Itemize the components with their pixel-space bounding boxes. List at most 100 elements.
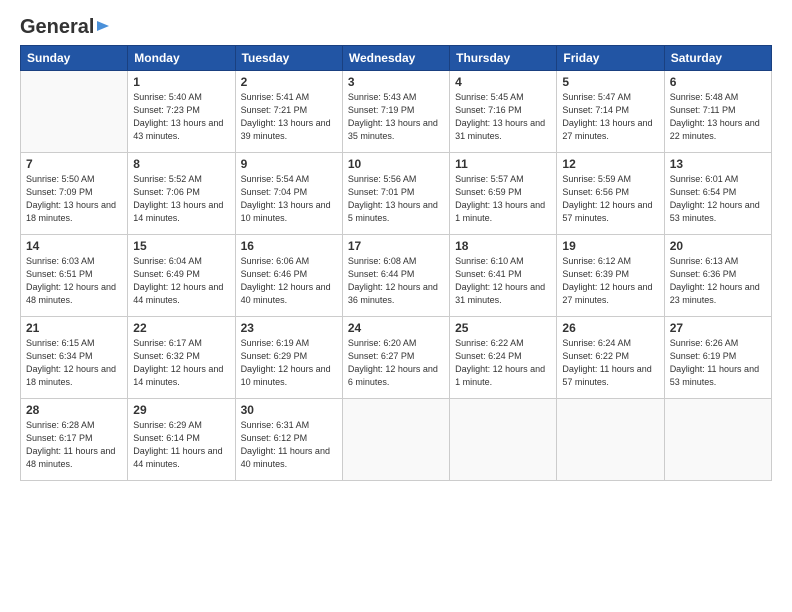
- day-header-sunday: Sunday: [21, 46, 128, 71]
- day-info: Sunrise: 5:50 AMSunset: 7:09 PMDaylight:…: [26, 173, 122, 225]
- day-number: 4: [455, 75, 551, 89]
- day-header-thursday: Thursday: [450, 46, 557, 71]
- day-header-friday: Friday: [557, 46, 664, 71]
- logo-line1: General: [20, 16, 111, 39]
- day-info: Sunrise: 6:24 AMSunset: 6:22 PMDaylight:…: [562, 337, 658, 389]
- calendar-cell: 3Sunrise: 5:43 AMSunset: 7:19 PMDaylight…: [342, 71, 449, 153]
- day-number: 19: [562, 239, 658, 253]
- day-number: 23: [241, 321, 337, 335]
- day-number: 6: [670, 75, 766, 89]
- day-info: Sunrise: 5:40 AMSunset: 7:23 PMDaylight:…: [133, 91, 229, 143]
- day-info: Sunrise: 6:26 AMSunset: 6:19 PMDaylight:…: [670, 337, 766, 389]
- calendar: SundayMondayTuesdayWednesdayThursdayFrid…: [20, 45, 772, 481]
- logo: General: [20, 16, 111, 37]
- calendar-cell: 24 Sunrise: 6:20 AMSunset: 6:27 PMDayligh…: [342, 317, 449, 399]
- day-number: 9: [241, 157, 337, 171]
- calendar-cell: 21 Sunrise: 6:15 AMSunset: 6:34 PMDayligh…: [21, 317, 128, 399]
- calendar-cell: 23 Sunrise: 6:19 AMSunset: 6:29 PMDayligh…: [235, 317, 342, 399]
- calendar-cell: 13Sunrise: 6:01 AMSunset: 6:54 PMDayligh…: [664, 153, 771, 235]
- day-number: 12: [562, 157, 658, 171]
- calendar-cell: 8 Sunrise: 5:52 AMSunset: 7:06 PMDaylight…: [128, 153, 235, 235]
- day-info: Sunrise: 5:45 AMSunset: 7:16 PMDaylight:…: [455, 91, 551, 143]
- day-number: 21: [26, 321, 122, 335]
- day-number: 7: [26, 157, 122, 171]
- calendar-cell: 4 Sunrise: 5:45 AMSunset: 7:16 PMDaylight…: [450, 71, 557, 153]
- day-info: Sunrise: 5:52 AMSunset: 7:06 PMDaylight:…: [133, 173, 229, 225]
- day-info: Sunrise: 6:17 AMSunset: 6:32 PMDaylight:…: [133, 337, 229, 389]
- day-info: Sunrise: 6:31 AMSunset: 6:12 PMDaylight:…: [241, 419, 337, 471]
- calendar-cell: 10 Sunrise: 5:56 AMSunset: 7:01 PMDayligh…: [342, 153, 449, 235]
- day-number: 1: [133, 75, 229, 89]
- calendar-cell: [664, 399, 771, 481]
- calendar-week-5: 28 Sunrise: 6:28 AMSunset: 6:17 PMDayligh…: [21, 399, 772, 481]
- day-info: Sunrise: 6:06 AMSunset: 6:46 PMDaylight:…: [241, 255, 337, 307]
- calendar-cell: 5 Sunrise: 5:47 AMSunset: 7:14 PMDaylight…: [557, 71, 664, 153]
- day-info: Sunrise: 6:20 AMSunset: 6:27 PMDaylight:…: [348, 337, 444, 389]
- calendar-cell: 14 Sunrise: 6:03 AMSunset: 6:51 PMDayligh…: [21, 235, 128, 317]
- calendar-cell: 7 Sunrise: 5:50 AMSunset: 7:09 PMDaylight…: [21, 153, 128, 235]
- calendar-cell: 29Sunrise: 6:29 AMSunset: 6:14 PMDayligh…: [128, 399, 235, 481]
- day-info: Sunrise: 6:22 AMSunset: 6:24 PMDaylight:…: [455, 337, 551, 389]
- day-info: Sunrise: 6:15 AMSunset: 6:34 PMDaylight:…: [26, 337, 122, 389]
- day-header-tuesday: Tuesday: [235, 46, 342, 71]
- day-info: Sunrise: 5:56 AMSunset: 7:01 PMDaylight:…: [348, 173, 444, 225]
- day-info: Sunrise: 5:59 AMSunset: 6:56 PMDaylight:…: [562, 173, 658, 225]
- calendar-cell: 19 Sunrise: 6:12 AMSunset: 6:39 PMDayligh…: [557, 235, 664, 317]
- day-info: Sunrise: 6:19 AMSunset: 6:29 PMDaylight:…: [241, 337, 337, 389]
- day-number: 17: [348, 239, 444, 253]
- day-number: 3: [348, 75, 444, 89]
- day-info: Sunrise: 6:04 AMSunset: 6:49 PMDaylight:…: [133, 255, 229, 307]
- calendar-cell: 30 Sunrise: 6:31 AMSunset: 6:12 PMDayligh…: [235, 399, 342, 481]
- calendar-cell: 11 Sunrise: 5:57 AMSunset: 6:59 PMDayligh…: [450, 153, 557, 235]
- day-info: Sunrise: 6:10 AMSunset: 6:41 PMDaylight:…: [455, 255, 551, 307]
- day-info: Sunrise: 5:57 AMSunset: 6:59 PMDaylight:…: [455, 173, 551, 225]
- calendar-week-1: 1 Sunrise: 5:40 AMSunset: 7:23 PMDaylight…: [21, 71, 772, 153]
- day-number: 22: [133, 321, 229, 335]
- calendar-cell: 12 Sunrise: 5:59 AMSunset: 6:56 PMDayligh…: [557, 153, 664, 235]
- day-number: 14: [26, 239, 122, 253]
- calendar-cell: [21, 71, 128, 153]
- day-number: 5: [562, 75, 658, 89]
- day-info: Sunrise: 6:13 AMSunset: 6:36 PMDaylight:…: [670, 255, 766, 307]
- calendar-cell: 6Sunrise: 5:48 AMSunset: 7:11 PMDaylight…: [664, 71, 771, 153]
- day-number: 10: [348, 157, 444, 171]
- day-number: 28: [26, 403, 122, 417]
- calendar-cell: 26 Sunrise: 6:24 AMSunset: 6:22 PMDayligh…: [557, 317, 664, 399]
- day-number: 26: [562, 321, 658, 335]
- day-info: Sunrise: 5:47 AMSunset: 7:14 PMDaylight:…: [562, 91, 658, 143]
- calendar-cell: 27Sunrise: 6:26 AMSunset: 6:19 PMDayligh…: [664, 317, 771, 399]
- day-number: 11: [455, 157, 551, 171]
- day-number: 29: [133, 403, 229, 417]
- day-number: 8: [133, 157, 229, 171]
- day-number: 30: [241, 403, 337, 417]
- day-number: 24: [348, 321, 444, 335]
- calendar-cell: 22 Sunrise: 6:17 AMSunset: 6:32 PMDayligh…: [128, 317, 235, 399]
- day-info: Sunrise: 6:08 AMSunset: 6:44 PMDaylight:…: [348, 255, 444, 307]
- day-number: 20: [670, 239, 766, 253]
- calendar-week-2: 7 Sunrise: 5:50 AMSunset: 7:09 PMDaylight…: [21, 153, 772, 235]
- page: General SundayMondayTuesdayWednesdayThur…: [0, 0, 792, 612]
- day-header-monday: Monday: [128, 46, 235, 71]
- calendar-cell: 28 Sunrise: 6:28 AMSunset: 6:17 PMDayligh…: [21, 399, 128, 481]
- calendar-cell: 25 Sunrise: 6:22 AMSunset: 6:24 PMDayligh…: [450, 317, 557, 399]
- calendar-header-row: SundayMondayTuesdayWednesdayThursdayFrid…: [21, 46, 772, 71]
- calendar-week-4: 21 Sunrise: 6:15 AMSunset: 6:34 PMDayligh…: [21, 317, 772, 399]
- calendar-cell: 16Sunrise: 6:06 AMSunset: 6:46 PMDayligh…: [235, 235, 342, 317]
- day-header-wednesday: Wednesday: [342, 46, 449, 71]
- calendar-cell: [342, 399, 449, 481]
- header: General: [20, 16, 772, 37]
- day-info: Sunrise: 5:41 AMSunset: 7:21 PMDaylight:…: [241, 91, 337, 143]
- calendar-cell: 15Sunrise: 6:04 AMSunset: 6:49 PMDayligh…: [128, 235, 235, 317]
- day-info: Sunrise: 6:12 AMSunset: 6:39 PMDaylight:…: [562, 255, 658, 307]
- day-info: Sunrise: 6:03 AMSunset: 6:51 PMDaylight:…: [26, 255, 122, 307]
- calendar-cell: 17 Sunrise: 6:08 AMSunset: 6:44 PMDayligh…: [342, 235, 449, 317]
- calendar-cell: [557, 399, 664, 481]
- calendar-cell: 18 Sunrise: 6:10 AMSunset: 6:41 PMDayligh…: [450, 235, 557, 317]
- day-number: 18: [455, 239, 551, 253]
- calendar-cell: 20 Sunrise: 6:13 AMSunset: 6:36 PMDayligh…: [664, 235, 771, 317]
- day-number: 2: [241, 75, 337, 89]
- calendar-week-3: 14 Sunrise: 6:03 AMSunset: 6:51 PMDayligh…: [21, 235, 772, 317]
- calendar-cell: 2 Sunrise: 5:41 AMSunset: 7:21 PMDaylight…: [235, 71, 342, 153]
- day-number: 25: [455, 321, 551, 335]
- day-info: Sunrise: 6:28 AMSunset: 6:17 PMDaylight:…: [26, 419, 122, 471]
